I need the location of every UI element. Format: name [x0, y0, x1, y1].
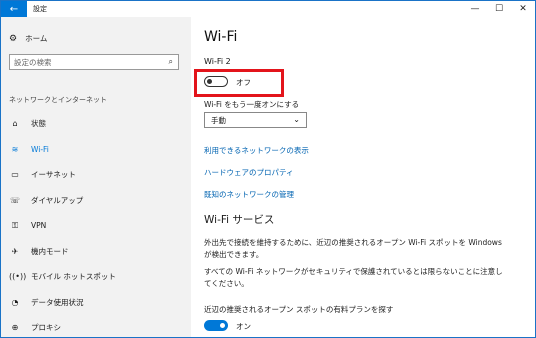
minimize-icon: —	[470, 4, 480, 14]
paid-plans-toggle-label: オン	[236, 322, 251, 331]
airplane-icon: ✈	[11, 246, 19, 256]
dropdown-value: 手動	[211, 115, 226, 125]
link-manage-known-networks[interactable]: 既知のネットワークの管理	[204, 189, 294, 200]
security-note: すべての Wi-Fi ネットワークがセキュリティで保護されているとは限らないこと…	[204, 267, 503, 288]
maximize-button[interactable]: ☐	[487, 3, 511, 15]
sidebar-item-dialup[interactable]: ☏ ダイヤルアップ	[1, 188, 191, 214]
minimize-button[interactable]: —	[463, 3, 487, 15]
paid-plans-label: 近辺の推奨されるオープン スポットの有料プランを探す	[204, 305, 394, 314]
sidebar-item-mobile-hotspot[interactable]: ((•)) モバイル ホットスポット	[1, 264, 191, 290]
search-placeholder: 設定の検索	[14, 57, 52, 67]
reenable-dropdown[interactable]: 手動 ⌄	[204, 112, 307, 128]
sidebar-item-label: イーサネット	[31, 170, 76, 180]
settings-window: ← 設定 — ☐ ✕ ⚙ ホーム 設定の検索 ⌕ ネットワークとインターネット …	[0, 0, 536, 338]
page-title: Wi-Fi	[204, 29, 238, 45]
link-available-networks[interactable]: 利用できるネットワークの表示	[204, 145, 309, 156]
sidebar-item-wifi[interactable]: ≋ Wi-Fi	[1, 137, 191, 163]
hotspot-icon: ((•))	[9, 272, 27, 282]
services-title: Wi-Fi サービス	[204, 214, 275, 226]
back-button[interactable]: ←	[1, 1, 27, 17]
search-input[interactable]: 設定の検索 ⌕	[9, 54, 179, 70]
sidebar-item-airplane-mode[interactable]: ✈ 機内モード	[1, 239, 191, 265]
ethernet-icon: ▭	[11, 170, 19, 180]
sidebar-item-proxy[interactable]: ⊕ プロキシ	[1, 315, 191, 337]
sidebar-item-ethernet[interactable]: ▭ イーサネット	[1, 162, 191, 188]
sidebar-item-label: プロキシ	[31, 323, 61, 333]
sidebar: ⚙ ホーム 設定の検索 ⌕ ネットワークとインターネット ⌂ 状態 ≋ Wi-Fi ▭ イ…	[1, 17, 191, 337]
sidebar-item-label: VPN	[31, 221, 47, 231]
back-arrow-icon: ←	[9, 3, 19, 15]
sidebar-item-label: Wi-Fi	[31, 144, 49, 154]
chevron-down-icon: ⌄	[293, 115, 300, 124]
services-description: 外出先で接続を維持するために、近辺の推奨されるオープン Wi-Fi スポットを …	[204, 238, 502, 259]
gear-icon: ⚙	[9, 33, 18, 44]
data-usage-icon: ◔	[11, 297, 19, 307]
vpn-icon: ⚿	[11, 220, 19, 230]
reenable-label: Wi-Fi をもう一度オンにする	[204, 100, 300, 109]
sidebar-item-vpn[interactable]: ⚿ VPN	[1, 213, 191, 239]
wifi-adapter-label: Wi-Fi 2	[204, 57, 231, 66]
sidebar-item-data-usage[interactable]: ◔ データ使用状況	[1, 290, 191, 316]
sidebar-item-label: 状態	[31, 119, 46, 129]
window-title: 設定	[33, 5, 47, 13]
close-button[interactable]: ✕	[511, 3, 535, 15]
maximize-icon: ☐	[494, 4, 504, 14]
main-content: Wi-Fi Wi-Fi 2 オフ Wi-Fi をもう一度オンにする 手動 ⌄ 利…	[191, 17, 535, 337]
highlight-box	[194, 69, 284, 97]
search-icon: ⌕	[168, 57, 173, 66]
status-icon: ⌂	[12, 119, 18, 129]
close-icon: ✕	[519, 4, 527, 14]
sidebar-item-status[interactable]: ⌂ 状態	[1, 111, 191, 137]
paid-plans-toggle[interactable]	[204, 320, 228, 331]
sidebar-nav: ⌂ 状態 ≋ Wi-Fi ▭ イーサネット ☏ ダイヤルアップ ⚿ VPN ✈ 機内モード ((•)) モ…	[1, 111, 191, 337]
sidebar-item-label: データ使用状況	[31, 297, 84, 307]
sidebar-item-label: ダイヤルアップ	[31, 195, 84, 205]
proxy-icon: ⊕	[11, 323, 19, 333]
sidebar-home[interactable]: ⚙ ホーム	[9, 33, 47, 44]
section-heading: ネットワークとインターネット	[9, 96, 107, 104]
sidebar-item-label: 機内モード	[31, 246, 69, 256]
link-hardware-properties[interactable]: ハードウェアのプロパティ	[204, 167, 294, 178]
dialup-icon: ☏	[9, 195, 20, 205]
title-bar: ← 設定 — ☐ ✕	[1, 1, 535, 17]
toggle-knob	[220, 323, 225, 328]
wifi-icon: ≋	[11, 144, 19, 154]
home-label: ホーム	[25, 34, 48, 43]
sidebar-item-label: モバイル ホットスポット	[31, 272, 116, 282]
